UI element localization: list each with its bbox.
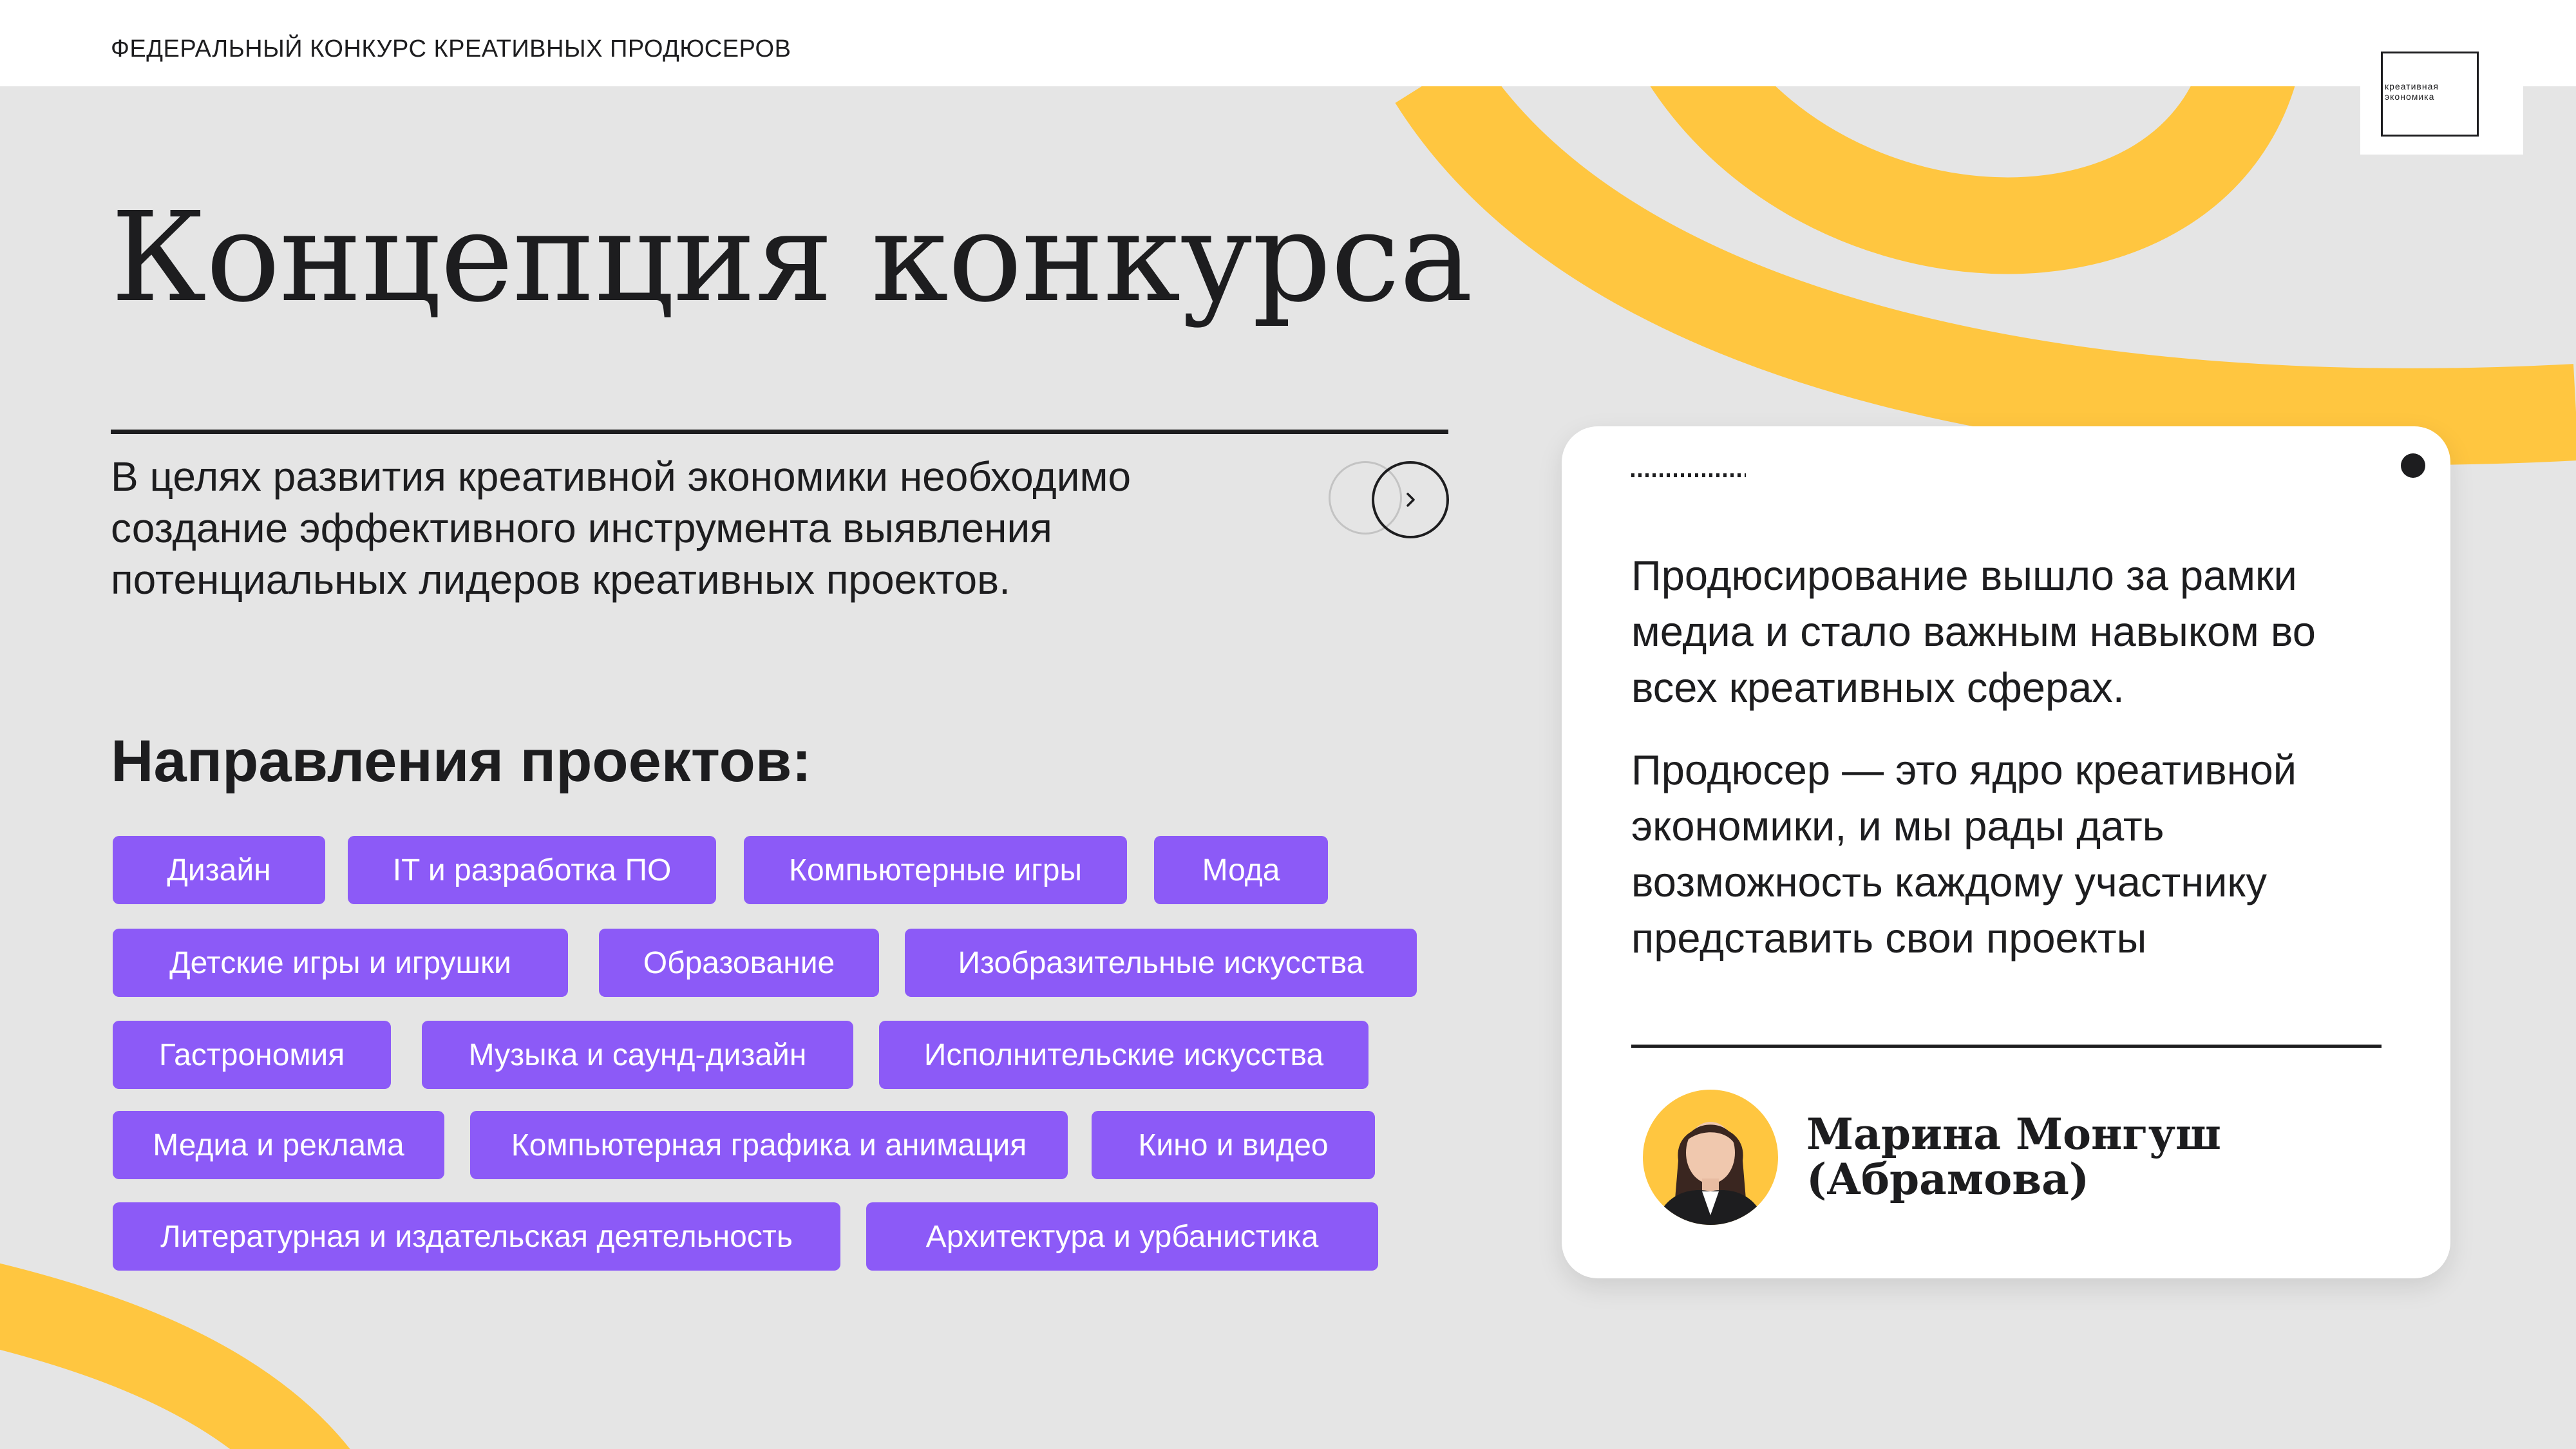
dots-decoration [1631, 473, 1746, 477]
tag-architecture[interactable]: Архитектура и урбанистика [866, 1202, 1378, 1271]
quote-line: представить свои проекты [1631, 914, 2147, 961]
tag-computer-games[interactable]: Компьютерные игры [744, 836, 1127, 904]
divider [1631, 1045, 2382, 1048]
contest-name: ФЕДЕРАЛЬНЫЙ КОНКУРС КРЕАТИВНЫХ ПРОДЮСЕРО… [111, 35, 791, 62]
directions-heading: Направления проектов: [111, 728, 812, 794]
quote-line: Продюсер — это ядро креативной [1631, 746, 2297, 793]
tag-computer-graphics[interactable]: Компьютерная графика и анимация [470, 1111, 1068, 1179]
chevron-right-icon [1406, 493, 1415, 507]
logo-line: экономика [2385, 91, 2435, 102]
quote-line: Продюсирование вышло за рамки [1631, 552, 2297, 599]
quote-line: экономики, и мы рады дать [1631, 802, 2164, 849]
next-button[interactable] [1372, 461, 1449, 538]
author-name: Марина Монгуш (Абрамова) [1806, 1112, 2221, 1202]
avatar [1643, 1090, 1778, 1225]
card-dot [2401, 453, 2425, 478]
quote-paragraph: Продюсирование вышло за рамки медиа и ст… [1631, 547, 2404, 715]
tag-media[interactable]: Медиа и реклама [113, 1111, 444, 1179]
quote-paragraph: Продюсер — это ядро креативной экономики… [1631, 742, 2404, 966]
intro-line: потенциальных лидеров креативных проекто… [111, 556, 1010, 603]
divider [111, 430, 1448, 434]
intro-line: создание эффективного инструмента выявле… [111, 505, 1052, 551]
tag-gastronomy[interactable]: Гастрономия [113, 1021, 391, 1089]
logo: креативная экономика [2360, 45, 2523, 155]
logo-line: креативная [2385, 81, 2439, 91]
tag-design[interactable]: Дизайн [113, 836, 325, 904]
intro-text: В целях развития креативной экономики не… [111, 451, 1283, 605]
author-line: (Абрамова) [1806, 1154, 2090, 1204]
intro-line: В целях развития креативной экономики не… [111, 453, 1132, 500]
tag-fine-arts[interactable]: Изобразительные искусства [905, 929, 1417, 997]
tag-film[interactable]: Кино и видео [1092, 1111, 1375, 1179]
tag-kids-games[interactable]: Детские игры и игрушки [113, 929, 568, 997]
tag-music[interactable]: Музыка и саунд-дизайн [422, 1021, 853, 1089]
quote-line: всех креативных сферах. [1631, 664, 2125, 711]
tag-fashion[interactable]: Мода [1154, 836, 1328, 904]
tag-it[interactable]: IT и разработка ПО [348, 836, 716, 904]
tag-education[interactable]: Образование [599, 929, 879, 997]
author-line: Марина Монгуш [1806, 1109, 2221, 1159]
logo-text: креативная экономика [2385, 81, 2497, 102]
tag-literature[interactable]: Литературная и издательская деятельность [113, 1202, 840, 1271]
quote-card: Продюсирование вышло за рамки медиа и ст… [1562, 426, 2450, 1278]
tag-performing-arts[interactable]: Исполнительские искусства [879, 1021, 1368, 1089]
top-bar: ФЕДЕРАЛЬНЫЙ КОНКУРС КРЕАТИВНЫХ ПРОДЮСЕРО… [0, 0, 2576, 86]
page-title: Концепция конкурса [111, 186, 1473, 330]
quote-line: медиа и стало важным навыком во [1631, 608, 2316, 655]
quote-line: возможность каждому участнику [1631, 858, 2268, 905]
